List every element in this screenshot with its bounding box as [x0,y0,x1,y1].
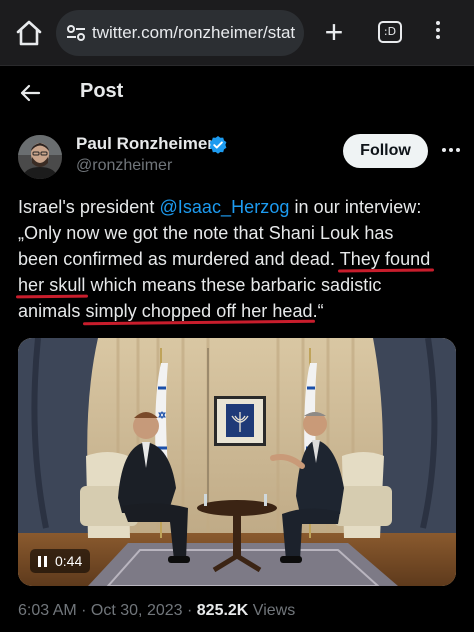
mention-link[interactable]: @Isaac_Herzog [159,197,289,217]
menu-icon[interactable] [432,18,444,48]
tweet-text-span: Israel's president [18,197,160,217]
underlined-text: simply chopped off her head [85,301,313,321]
author-name[interactable]: Paul Ronzheimer [76,134,214,154]
tweet-line: her skull which means these barbaric sad… [18,272,466,298]
tweet-text-span: in our interview: [289,197,422,217]
separator: · [182,602,197,619]
page-title: Post [80,80,124,102]
separator: · [76,602,91,619]
pause-icon[interactable] [38,555,47,567]
post-time[interactable]: 6:03 AM [18,602,77,619]
tab-switcher-icon[interactable]: :D [378,21,402,43]
post-date[interactable]: Oct 30, 2023 [91,602,183,619]
underlined-text: They found [339,249,431,269]
post-header: Post [0,66,474,120]
tweet-text-span: .“ [312,301,324,321]
tweet-text-span: which means these barbaric sadistic [85,275,382,295]
new-tab-icon[interactable]: + [320,16,348,48]
tweet-line: „Only now we got the note that Shani Lou… [18,223,394,243]
views-count: 825.2K [196,602,249,619]
avatar[interactable] [18,135,62,179]
more-options-icon[interactable] [440,142,462,158]
site-settings-icon[interactable] [66,23,86,43]
follow-button[interactable]: Follow [343,134,428,168]
views-label: Views [248,602,296,619]
address-bar[interactable]: twitter.com/ronzheimer/status [56,10,304,56]
tweet-line: Israel's president @Isaac_Herzog in our … [18,194,466,220]
url-text[interactable]: twitter.com/ronzheimer/status [92,23,296,43]
arrow-left-icon[interactable] [18,81,42,105]
video-timestamp[interactable]: 0:44 [30,549,91,573]
verified-badge-icon [209,136,227,154]
home-icon[interactable] [14,18,44,48]
tweet-text: Israel's president @Isaac_Herzog in our … [18,194,466,324]
tweet-text-span: been confirmed as murdered and dead. [18,249,340,269]
tweet-text-span: animals [18,301,86,321]
post-metadata: 6:03 AM · Oct 30, 2023 · 825.2K Views [18,602,295,620]
browser-toolbar: twitter.com/ronzheimer/status + :D [0,0,474,66]
underlined-text: her skull [18,275,86,295]
author-handle[interactable]: @ronzheimer [76,157,172,175]
video-time: 0:44 [55,553,83,569]
tweet-line: animals simply chopped off her head.“ [18,298,466,324]
tweet-line: been confirmed as murdered and dead. The… [18,246,466,272]
